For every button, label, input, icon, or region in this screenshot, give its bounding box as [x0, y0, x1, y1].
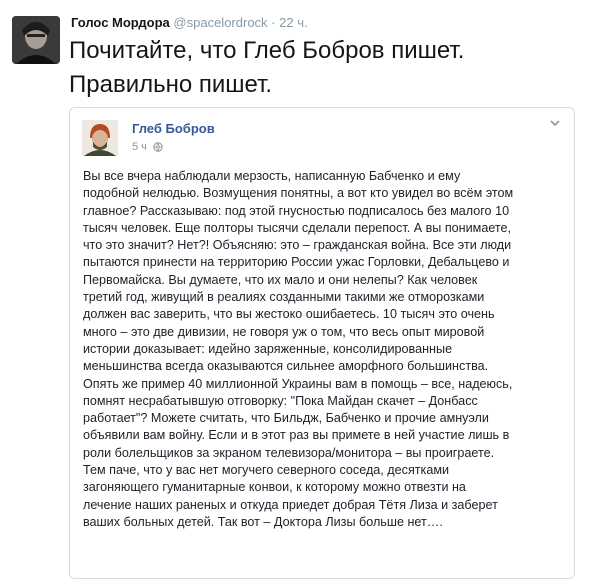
- quoted-post-time[interactable]: 5 ч: [132, 141, 147, 153]
- separator: ·: [271, 15, 276, 30]
- avatar-photo-icon: [12, 16, 60, 64]
- author-avatar[interactable]: [12, 16, 60, 64]
- avatar-photo-icon: [82, 120, 118, 156]
- quoted-post-meta: 5 ч: [132, 141, 163, 155]
- quoted-author-name[interactable]: Глеб Бобров: [132, 121, 215, 136]
- globe-icon: [153, 142, 163, 155]
- author-handle[interactable]: @spacelordrock: [173, 15, 267, 30]
- quoted-post-card[interactable]: Глеб Бобров 5 ч Вы все вчера наблюдали м…: [69, 107, 575, 579]
- tweet: Голос Мордора @spacelordrock · 22 ч. Поч…: [0, 0, 611, 579]
- tweet-time[interactable]: 22 ч.: [279, 15, 307, 30]
- quoted-post-body: Вы все вчера наблюдали мерзость, написан…: [83, 169, 514, 529]
- quoted-author-avatar[interactable]: [82, 120, 118, 156]
- tweet-text: Почитайте, что Глеб Бобров пишет. Правил…: [69, 34, 599, 102]
- author-name[interactable]: Голос Мордора: [71, 15, 170, 30]
- tweet-text-line-2: Правильно пишет.: [69, 71, 273, 98]
- tweet-header: Голос Мордора @spacelordrock · 22 ч.: [71, 14, 308, 32]
- chevron-down-icon[interactable]: [548, 116, 562, 130]
- tweet-text-line-1: Почитайте, что Глеб Бобров пишет.: [69, 37, 465, 64]
